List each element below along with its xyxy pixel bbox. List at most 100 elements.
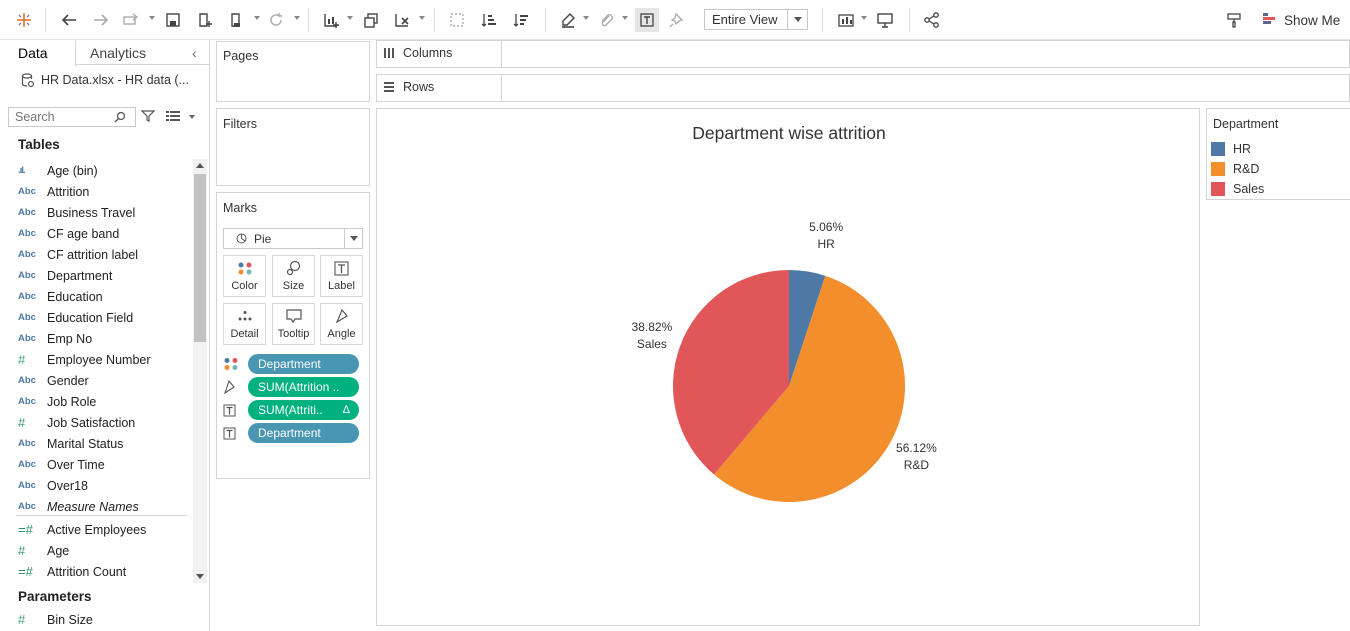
highlight-icon[interactable] bbox=[556, 8, 580, 32]
replay-icon[interactable] bbox=[119, 8, 143, 32]
redo-icon[interactable] bbox=[89, 8, 113, 32]
pie-label: 38.82% Sales bbox=[622, 319, 682, 353]
field-list-scrollbar[interactable] bbox=[193, 159, 207, 583]
scroll-thumb[interactable] bbox=[194, 174, 206, 342]
toolbar: Entire View Show Me bbox=[0, 0, 1350, 40]
save-icon[interactable] bbox=[161, 8, 185, 32]
field-item[interactable]: Abc Education bbox=[0, 286, 192, 307]
color-icon bbox=[237, 259, 253, 277]
field-item[interactable]: Abc Attrition bbox=[0, 181, 192, 202]
marks-title: Marks bbox=[223, 201, 258, 215]
new-data-source-icon[interactable] bbox=[193, 8, 217, 32]
mark-type-dropdown[interactable]: Pie bbox=[223, 228, 363, 249]
search-input[interactable] bbox=[9, 110, 113, 124]
label-button[interactable]: Label bbox=[320, 255, 363, 297]
rows-shelf[interactable]: Rows bbox=[376, 74, 1350, 102]
field-item[interactable]: Abc Gender bbox=[0, 370, 192, 391]
field-item[interactable]: # Bin Size bbox=[0, 609, 192, 630]
field-item[interactable]: Abc Over Time bbox=[0, 454, 192, 475]
field-item[interactable]: # Employee Number bbox=[0, 349, 192, 370]
field-name: CF age band bbox=[47, 226, 120, 241]
department-label-pill[interactable]: Department bbox=[248, 423, 359, 443]
string-type-icon: Abc bbox=[18, 186, 36, 197]
columns-shelf[interactable]: Columns bbox=[376, 40, 1350, 68]
department-color-pill[interactable]: Department bbox=[248, 354, 359, 374]
chevron-down-icon bbox=[344, 229, 362, 248]
data-source[interactable]: HR Data.xlsx - HR data (... bbox=[21, 72, 189, 88]
field-item[interactable]: Abc Education Field bbox=[0, 307, 192, 328]
field-item[interactable]: Abc Emp No bbox=[0, 328, 192, 349]
swap-rows-columns-icon[interactable] bbox=[445, 8, 469, 32]
field-name: Age bbox=[47, 543, 70, 558]
field-item[interactable]: Abc CF attrition label bbox=[0, 244, 192, 265]
undo-icon[interactable] bbox=[57, 8, 81, 32]
fit-dropdown[interactable]: Entire View bbox=[704, 9, 808, 30]
legend-item[interactable]: R&D bbox=[1211, 161, 1259, 177]
pages-card[interactable]: Pages bbox=[216, 41, 370, 102]
field-item[interactable]: .ıl. Age (bin) bbox=[0, 160, 192, 181]
show-cards-icon[interactable] bbox=[834, 8, 858, 32]
bin-icon: .ıl. bbox=[18, 165, 26, 176]
pie-label-category: Sales bbox=[636, 336, 667, 351]
sort-ascending-icon[interactable] bbox=[477, 8, 501, 32]
pill-row-label-measure[interactable]: SUM(Attriti.. Δ bbox=[223, 400, 359, 420]
scroll-up-icon[interactable] bbox=[196, 163, 204, 168]
fix-axes-icon[interactable] bbox=[665, 8, 689, 32]
legend-item[interactable]: Sales bbox=[1211, 181, 1264, 197]
sort-descending-icon[interactable] bbox=[509, 8, 533, 32]
sum-attrition-label-pill[interactable]: SUM(Attriti.. Δ bbox=[248, 400, 359, 420]
field-item[interactable]: # Job Satisfaction bbox=[0, 412, 192, 433]
view-caret-icon[interactable] bbox=[189, 115, 195, 119]
search-field[interactable] bbox=[8, 107, 136, 127]
color-button[interactable]: Color bbox=[223, 255, 266, 297]
chevron-left-icon[interactable]: ‹ bbox=[192, 45, 197, 61]
group-members-icon[interactable] bbox=[594, 8, 618, 32]
string-type-icon: Abc bbox=[18, 312, 36, 323]
view-list-icon[interactable] bbox=[166, 110, 180, 122]
field-item[interactable]: =# Attrition Count bbox=[0, 561, 192, 578]
field-item[interactable]: Abc Job Role bbox=[0, 391, 192, 412]
mark-type-label: Pie bbox=[254, 231, 272, 246]
pie-label-value: 38.82% bbox=[631, 319, 673, 334]
field-item[interactable]: Abc CF age band bbox=[0, 223, 192, 244]
size-button[interactable]: Size bbox=[272, 255, 315, 297]
legend-label: Sales bbox=[1233, 182, 1265, 196]
field-item[interactable]: # Age bbox=[0, 540, 192, 561]
field-item[interactable]: Abc Department bbox=[0, 265, 192, 286]
pill-row-color[interactable]: Department bbox=[223, 354, 359, 374]
tab-analytics[interactable]: Analytics bbox=[90, 45, 146, 61]
filters-card[interactable]: Filters bbox=[216, 108, 370, 186]
share-icon[interactable] bbox=[920, 8, 944, 32]
pie-icon bbox=[236, 233, 247, 244]
legend-item[interactable]: HR bbox=[1211, 141, 1251, 157]
scroll-down-icon[interactable] bbox=[196, 574, 204, 579]
clear-sheet-icon[interactable] bbox=[390, 8, 414, 32]
sum-attrition-angle-pill[interactable]: SUM(Attrition .. bbox=[248, 377, 359, 397]
tables-heading: Tables bbox=[18, 137, 60, 152]
detail-button[interactable]: Detail bbox=[223, 303, 266, 345]
pill-row-label-dimension[interactable]: Department bbox=[223, 423, 359, 443]
pause-updates-icon[interactable] bbox=[224, 8, 248, 32]
field-item[interactable]: Abc Marital Status bbox=[0, 433, 192, 454]
new-worksheet-icon[interactable] bbox=[319, 8, 343, 32]
field-item[interactable]: =# Active Employees bbox=[0, 519, 192, 540]
filter-icon[interactable] bbox=[141, 109, 155, 123]
pie-label: 56.12% R&D bbox=[886, 440, 946, 474]
parameter-list: # Bin Size bbox=[0, 609, 192, 630]
tooltip-button[interactable]: Tooltip bbox=[272, 303, 315, 345]
show-mark-labels-icon[interactable] bbox=[635, 8, 659, 32]
field-item[interactable]: Abc Business Travel bbox=[0, 202, 192, 223]
field-item[interactable]: Abc Over18 bbox=[0, 475, 192, 496]
duplicate-sheet-icon[interactable] bbox=[359, 8, 383, 32]
angle-button[interactable]: Angle bbox=[320, 303, 363, 345]
legend-label: HR bbox=[1233, 142, 1252, 156]
field-item[interactable]: Abc Measure Names bbox=[0, 496, 192, 517]
refresh-icon[interactable] bbox=[264, 8, 288, 32]
tab-data[interactable]: Data bbox=[0, 45, 71, 67]
calculated-number-icon: =# bbox=[18, 522, 33, 537]
show-me-button[interactable]: Show Me bbox=[1262, 10, 1340, 30]
pill-row-angle[interactable]: SUM(Attrition .. bbox=[223, 377, 359, 397]
format-painter-icon[interactable] bbox=[1222, 8, 1246, 32]
presentation-mode-icon[interactable] bbox=[873, 8, 897, 32]
tableau-logo-icon[interactable] bbox=[12, 8, 36, 32]
